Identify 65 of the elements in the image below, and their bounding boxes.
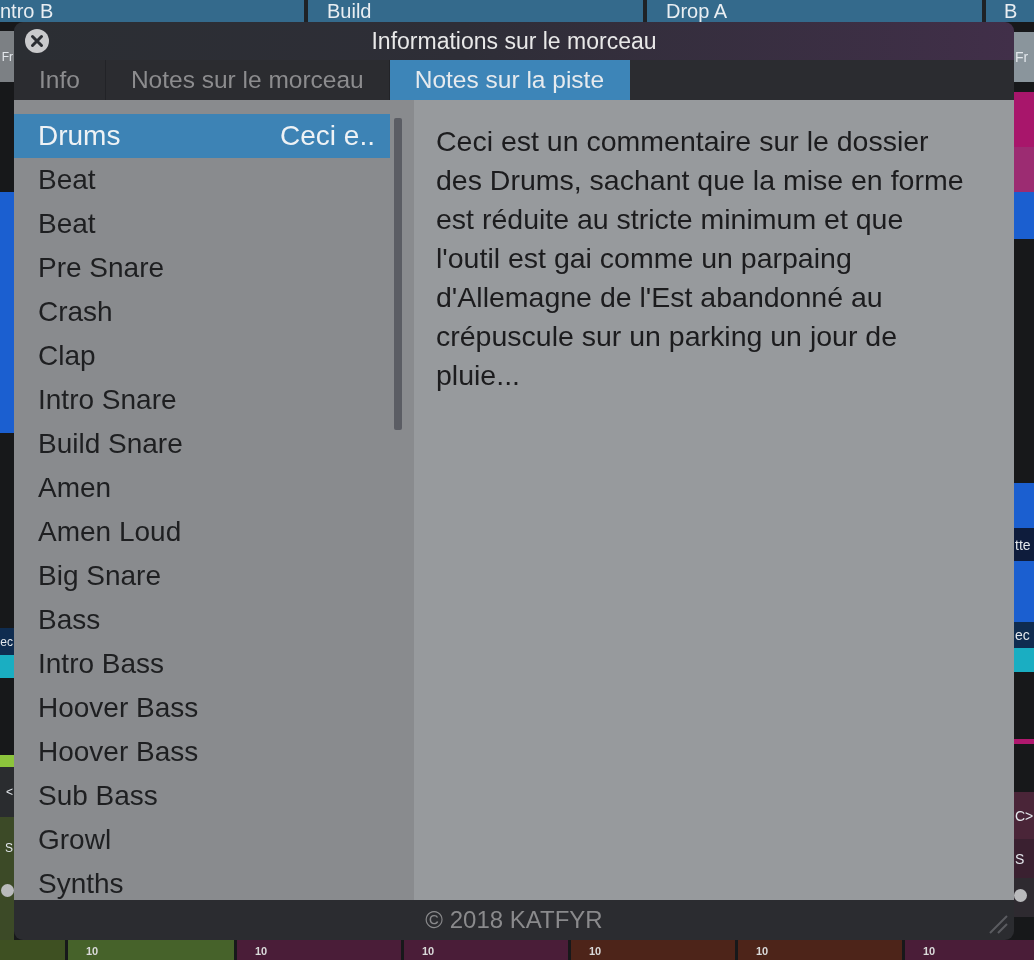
track-name: Growl	[38, 824, 112, 856]
track-name-fragment: C>	[1014, 792, 1034, 839]
scrollbar-thumb[interactable]	[394, 118, 402, 430]
note-preview: Ceci e..	[280, 120, 375, 152]
tab[interactable]: Notes sur la piste	[389, 60, 630, 100]
track-name: Beat	[38, 208, 96, 240]
channel-number: 10	[255, 945, 268, 958]
track-row[interactable]: Growl	[14, 818, 390, 862]
track-row[interactable]: Bass	[14, 598, 390, 642]
track-name: Crash	[38, 296, 113, 328]
track-name: Beat	[38, 164, 96, 196]
track-name-fragment: Fr	[0, 31, 14, 82]
track-row[interactable]: Intro Snare	[14, 378, 390, 422]
track-name-fragment: S	[1014, 839, 1034, 878]
track-name: Synths	[38, 868, 124, 900]
track-row[interactable]: Beat	[14, 202, 390, 246]
track-row[interactable]: Hoover Bass	[14, 730, 390, 774]
track-row[interactable]: Drums Ceci e..	[14, 114, 390, 158]
track-name-fragment: S	[0, 817, 14, 878]
knob-icon[interactable]	[1014, 889, 1027, 902]
track-row[interactable]: Intro Bass	[14, 642, 390, 686]
track-name: Hoover Bass	[38, 692, 199, 724]
close-button[interactable]	[25, 29, 49, 53]
track-row[interactable]: Hoover Bass	[14, 686, 390, 730]
track-row[interactable]: Synths	[14, 862, 390, 900]
track-name: Big Snare	[38, 560, 161, 592]
track-name: Intro Snare	[38, 384, 177, 416]
arranger-marker[interactable]: Drop A	[647, 0, 982, 22]
track-name: Amen Loud	[38, 516, 182, 548]
track-name-fragment: Fr	[1014, 32, 1034, 82]
channel-number: 10	[422, 945, 435, 958]
track-row[interactable]: Pre Snare	[14, 246, 390, 290]
track-name: Amen	[38, 472, 112, 504]
track-row[interactable]: Beat	[14, 158, 390, 202]
track-row[interactable]: Clap	[14, 334, 390, 378]
knob-icon[interactable]	[1, 884, 14, 897]
track-row[interactable]: Sub Bass	[14, 774, 390, 818]
track-row[interactable]: Amen Loud	[14, 510, 390, 554]
track-row[interactable]: Crash	[14, 290, 390, 334]
channel-number: 10	[923, 945, 936, 958]
track-row[interactable]: Big Snare	[14, 554, 390, 598]
track-name-fragment: tte	[1014, 528, 1034, 561]
track-name: Pre Snare	[38, 252, 165, 284]
arranger-marker[interactable]: B	[986, 0, 1034, 22]
track-row[interactable]: Amen	[14, 466, 390, 510]
track-name-fragment: ec	[0, 628, 14, 655]
track-name-fragment: ec	[1014, 622, 1034, 648]
dialog-title: Informations sur le morceau	[370, 27, 658, 55]
track-name: Clap	[38, 340, 96, 372]
note-text-field[interactable]: Ceci est un commentaire sur le dossier des Drums, sachant que la mise en forme est réduite au stricte minimum et que l'outil est gai comme un parpaing d'Allemagne de l'Est abandonné au crépuscule sur un parking un jour de pluie...	[414, 100, 1014, 900]
close-icon	[25, 29, 49, 53]
track-name: Intro Bass	[38, 648, 165, 680]
channel-number: 10	[756, 945, 769, 958]
channel-number: 10	[589, 945, 602, 958]
arranger-marker[interactable]: ntro B	[0, 0, 304, 22]
track-name: Hoover Bass	[38, 736, 199, 768]
copyright-text: © 2018 KATFYR	[424, 906, 604, 934]
track-name-fragment: <	[0, 767, 14, 817]
track-name: Drums	[38, 120, 121, 152]
track-name: Sub Bass	[38, 780, 158, 812]
track-row[interactable]: Build Snare	[14, 422, 390, 466]
track-name: Bass	[38, 604, 101, 636]
arranger-marker[interactable]: Build	[308, 0, 643, 22]
track-name: Build Snare	[38, 428, 183, 460]
channel-number: 10	[86, 945, 99, 958]
